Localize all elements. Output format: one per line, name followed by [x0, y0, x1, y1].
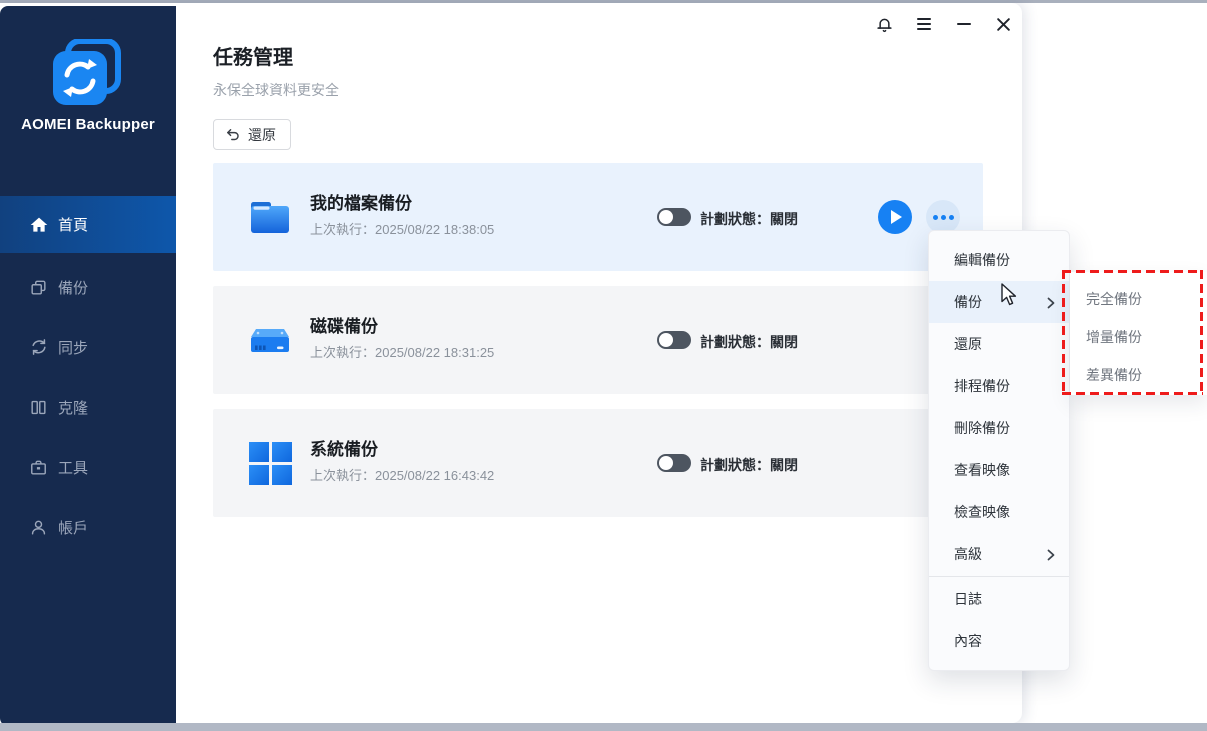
- sidebar-item-label: 備份: [58, 279, 89, 297]
- toolbox-icon: [29, 457, 49, 477]
- sidebar-item-sync[interactable]: 同步: [0, 317, 176, 377]
- submenu-item-differential-backup[interactable]: 差異備份: [1070, 356, 1207, 394]
- minimize-icon: [957, 23, 971, 25]
- app-name: AOMEI Backupper: [21, 116, 155, 133]
- schedule-status-label: 計劃狀態：關閉: [700, 211, 798, 227]
- sidebar-item-label: 工具: [58, 459, 89, 477]
- task-name: 我的檔案備份: [310, 194, 412, 213]
- page-title: 任務管理: [213, 47, 293, 69]
- run-backup-button[interactable]: [878, 200, 912, 234]
- menu-item-label: 內容: [954, 633, 982, 649]
- submenu-item-label: 完全備份: [1086, 291, 1142, 307]
- play-icon: [891, 210, 902, 224]
- chevron-right-icon: [1047, 296, 1055, 312]
- schedule-toggle[interactable]: [657, 331, 691, 349]
- close-icon: [996, 17, 1010, 31]
- menu-item-delete-backup[interactable]: 刪除備份: [929, 407, 1069, 449]
- schedule-toggle[interactable]: [657, 208, 691, 226]
- menu-item-logs[interactable]: 日誌: [929, 578, 1069, 620]
- bell-icon: [876, 18, 892, 32]
- sidebar-item-home[interactable]: 首頁: [0, 196, 176, 253]
- app-menu-button[interactable]: [911, 13, 937, 35]
- sidebar-item-tools[interactable]: 工具: [0, 437, 176, 497]
- submenu-item-label: 差異備份: [1086, 367, 1142, 383]
- sidebar-item-label: 同步: [58, 339, 89, 357]
- menu-item-edit-backup[interactable]: 編輯備份: [929, 239, 1069, 281]
- menu-item-label: 還原: [954, 336, 982, 352]
- menu-item-label: 高級: [954, 546, 982, 562]
- menu-divider: [929, 576, 1069, 577]
- menu-item-label: 編輯備份: [954, 252, 1010, 268]
- disk-icon: [251, 329, 289, 352]
- menu-item-restore[interactable]: 還原: [929, 323, 1069, 365]
- sidebar-item-backup[interactable]: 備份: [0, 257, 176, 317]
- menu-item-advanced[interactable]: 高級: [929, 533, 1069, 575]
- menu-item-check-image[interactable]: 檢查映像: [929, 491, 1069, 533]
- mouse-cursor: [1001, 283, 1017, 306]
- restore-button[interactable]: 還原: [213, 119, 291, 150]
- sync-icon: [29, 337, 49, 357]
- task-row-disk-backup[interactable]: 磁碟備份 上次執行：2025/08/22 18:31:25 計劃狀態：關閉: [213, 286, 983, 394]
- submenu-item-full-backup[interactable]: 完全備份: [1070, 280, 1207, 318]
- app-window: AOMEI Backupper 首頁 備份 同步 克隆 工具 帳戶 任務管理 永…: [0, 0, 1207, 731]
- task-row-file-backup[interactable]: 我的檔案備份 上次執行：2025/08/22 18:38:05 計劃狀態：關閉: [213, 163, 983, 271]
- main-window-card: AOMEI Backupper 首頁 備份 同步 克隆 工具 帳戶 任務管理 永…: [0, 3, 1022, 726]
- menu-icon: [917, 18, 931, 30]
- schedule-toggle[interactable]: [657, 454, 691, 472]
- task-last-run: 上次執行：2025/08/22 16:43:42: [310, 468, 495, 483]
- task-last-run: 上次執行：2025/08/22 18:31:25: [310, 345, 495, 360]
- task-name: 磁碟備份: [310, 317, 378, 336]
- sidebar-item-label: 首頁: [58, 217, 89, 234]
- user-icon: [29, 517, 49, 537]
- menu-item-label: 日誌: [954, 591, 982, 607]
- sidebar-item-clone[interactable]: 克隆: [0, 377, 176, 437]
- window-bottom-edge: [0, 723, 1207, 731]
- sidebar-item-label: 帳戶: [58, 519, 89, 537]
- home-icon: [29, 215, 49, 235]
- menu-item-label: 刪除備份: [954, 420, 1010, 436]
- backup-type-submenu: 完全備份 增量備份 差異備份: [1070, 272, 1207, 395]
- sidebar: AOMEI Backupper 首頁 備份 同步 克隆 工具 帳戶: [0, 6, 176, 726]
- menu-item-label: 排程備份: [954, 378, 1010, 394]
- menu-item-label: 查看映像: [954, 462, 1010, 478]
- toggle-knob: [659, 333, 673, 347]
- task-name: 系統備份: [310, 440, 378, 459]
- toggle-knob: [659, 456, 673, 470]
- menu-item-backup[interactable]: 備份: [929, 281, 1069, 323]
- notification-bell-button[interactable]: [871, 11, 897, 37]
- ellipsis-icon: [932, 214, 938, 220]
- menu-item-label: 檢查映像: [954, 504, 1010, 520]
- submenu-item-incremental-backup[interactable]: 增量備份: [1070, 318, 1207, 356]
- close-button[interactable]: [990, 11, 1016, 37]
- sidebar-item-label: 克隆: [58, 399, 89, 417]
- app-logo-icon: [53, 39, 121, 105]
- restore-button-label: 還原: [248, 126, 276, 143]
- backup-icon: [29, 277, 49, 297]
- folder-icon: [251, 202, 289, 233]
- task-context-menu: 編輯備份 備份 還原 排程備份 刪除備份 查看映像 檢查映像 高級 日誌 內容: [928, 230, 1070, 671]
- minimize-button[interactable]: [951, 13, 977, 35]
- schedule-status-label: 計劃狀態：關閉: [700, 334, 798, 350]
- toggle-knob: [659, 210, 673, 224]
- chevron-right-icon: [1047, 548, 1055, 564]
- clone-icon: [29, 397, 49, 417]
- task-row-system-backup[interactable]: 系統備份 上次執行：2025/08/22 16:43:42 計劃狀態：關閉: [213, 409, 983, 517]
- menu-item-properties[interactable]: 內容: [929, 620, 1069, 662]
- menu-item-schedule-backup[interactable]: 排程備份: [929, 365, 1069, 407]
- page-subtitle: 永保全球資料更安全: [213, 82, 339, 98]
- menu-item-view-image[interactable]: 查看映像: [929, 449, 1069, 491]
- schedule-status-label: 計劃狀態：關閉: [700, 457, 798, 473]
- task-last-run: 上次執行：2025/08/22 18:38:05: [310, 222, 495, 237]
- sidebar-item-account[interactable]: 帳戶: [0, 497, 176, 557]
- windows-logo-icon: [249, 442, 292, 485]
- more-options-button[interactable]: [926, 200, 960, 234]
- undo-icon: [227, 128, 239, 140]
- menu-item-label: 備份: [954, 294, 982, 310]
- submenu-item-label: 增量備份: [1086, 329, 1142, 345]
- sidebar-nav: 首頁 備份 同步 克隆 工具 帳戶: [0, 196, 176, 557]
